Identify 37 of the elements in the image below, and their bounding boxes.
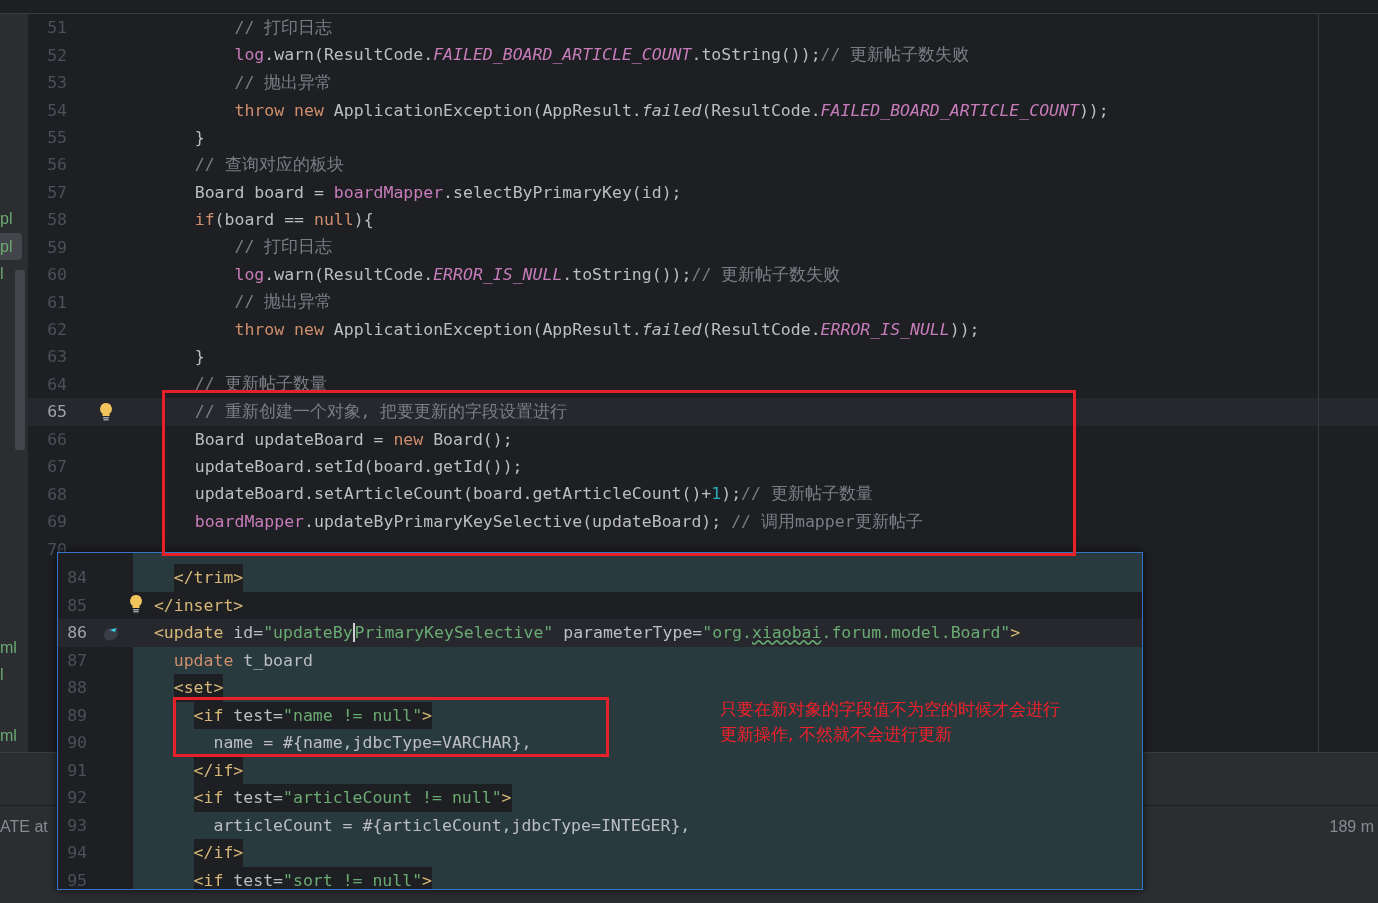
- lightbulb-icon[interactable]: [129, 594, 142, 613]
- code-line: boardMapper.updateByPrimaryKeySelective(updateBoard); // 调用mapper更新帖子: [193, 510, 923, 533]
- file-tree-item[interactable]: l: [0, 661, 22, 689]
- console-text: 189 m: [1329, 818, 1374, 836]
- code-line: }: [193, 347, 205, 367]
- file-tree-item[interactable]: pl: [0, 232, 22, 260]
- code-line: if(board == null){: [193, 210, 374, 230]
- scrollbar[interactable]: [15, 270, 25, 450]
- code-line: Board board = boardMapper.selectByPrimaryKey(id);: [193, 182, 682, 202]
- code-line: </insert>: [153, 591, 244, 619]
- code-line: // 重新创建一个对象, 把要更新的字段设置进行: [193, 400, 568, 423]
- code-line: updateBoard.setArticleCount(board.getArticleCount()+1);// 更新帖子数量: [193, 483, 873, 506]
- line-number: 65: [46, 402, 67, 422]
- lightbulb-icon[interactable]: [100, 402, 112, 421]
- line-number: 86: [66, 623, 87, 643]
- console-text: ATE at: [0, 818, 48, 836]
- code-line: // 抛出异常: [233, 71, 333, 94]
- code-line: throw new ApplicationException(AppResult.failed(ResultCode.FAILED_BOARD_ARTICLE_COUNT));: [233, 100, 1109, 120]
- code-line: // 查询对应的板块: [193, 153, 344, 176]
- code-line: Board updateBoard = new Board();: [193, 429, 513, 449]
- code-line: log.warn(ResultCode.ERROR_IS_NULL.toString());// 更新帖子数失败: [233, 263, 841, 286]
- code-line: // 打印日志: [233, 236, 333, 259]
- bird-icon[interactable]: [101, 624, 120, 641]
- code-line: articleCount = #{articleCount,jdbcType=INTEGER},: [213, 814, 691, 837]
- code-line: updateBoard.setId(board.getId());: [193, 457, 523, 477]
- annotation-text: 只要在新对象的字段值不为空的时候才会进行 更新操作, 不然就不会进行更新: [720, 698, 1060, 746]
- file-tree-item[interactable]: pl: [0, 205, 22, 233]
- code-line: log.warn(ResultCode.FAILED_BOARD_ARTICLE_COUNT.toString());// 更新帖子数失败: [233, 44, 970, 67]
- file-tree-item[interactable]: ml: [0, 633, 22, 661]
- code-line: // 抛出异常: [233, 291, 333, 314]
- code-line: name = #{name,jdbcType=VARCHAR},: [213, 732, 532, 755]
- code-line: }: [193, 127, 205, 147]
- code-line: update t_board: [173, 649, 313, 672]
- code-line: throw new ApplicationException(AppResult.failed(ResultCode.ERROR_IS_NULL));: [233, 320, 980, 340]
- file-tree-item[interactable]: ml: [0, 721, 22, 749]
- code-line: // 打印日志: [233, 16, 333, 39]
- code-line: <update id="updateBy PrimaryKeySelective" parameterType="org.xiaobai.forum.model.Board">: [153, 622, 1021, 645]
